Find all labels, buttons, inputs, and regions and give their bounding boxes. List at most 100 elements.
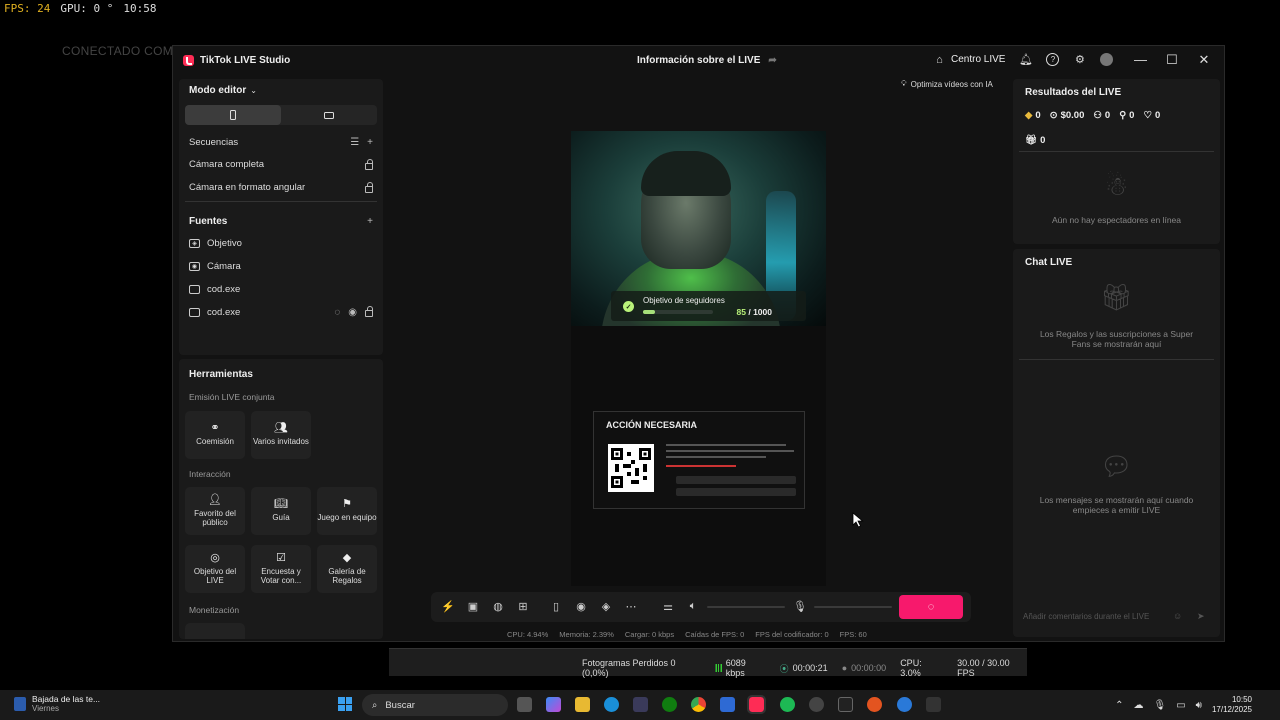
field-box	[676, 488, 796, 496]
editor-mode-dropdown[interactable]: Modo editor ⌄	[189, 85, 373, 96]
microphone-icon[interactable]: 🎙︎	[1153, 700, 1166, 711]
viewers-empty-text: Aún no hay espectadores en línea	[1051, 215, 1181, 225]
send-icon[interactable]: ➤	[1197, 611, 1205, 622]
coemision-button[interactable]: ⚭ Coemisión	[185, 411, 245, 459]
gear-icon[interactable]: ⚙	[1073, 53, 1086, 66]
team-game-button[interactable]: ⚑ Juego en equipo	[317, 487, 377, 535]
network-icon[interactable]: ▭	[1176, 700, 1185, 711]
clock[interactable]: 10:50 17/12/2025	[1212, 695, 1252, 715]
effects-icon[interactable]: ▣	[466, 600, 480, 613]
task-view-icon[interactable]	[517, 697, 532, 712]
live-goal-button[interactable]: ◎ Objetivo del LIVE	[185, 545, 245, 593]
speaker-icon[interactable]: 🔈︎	[686, 600, 700, 613]
magic-wand-icon[interactable]: ⚡	[441, 600, 455, 613]
emoji-icon[interactable]: ☺	[1173, 611, 1182, 621]
add-source-icon[interactable]: +	[367, 216, 373, 227]
chevron-up-icon[interactable]: ⌃	[1115, 700, 1123, 711]
app-icon[interactable]	[867, 697, 882, 712]
camera-feed: ✓ Objetivo de seguidores 85 / 1000	[571, 131, 826, 326]
ai-icon[interactable]: ◍	[491, 600, 505, 613]
source-item[interactable]: ◉ Cámara	[189, 261, 373, 272]
layout-icon[interactable]: ⊞	[516, 600, 530, 613]
landscape-tab[interactable]	[281, 105, 377, 125]
goal-count: 85 / 1000	[737, 307, 772, 317]
favorite-button[interactable]: 👤︎ Favorito del público	[185, 487, 245, 535]
help-icon[interactable]: ?	[1046, 53, 1060, 66]
gifts-stat: 🎁︎ 0	[1025, 135, 1045, 146]
sequence-item[interactable]: Cámara en formato angular	[189, 181, 373, 193]
lock-icon[interactable]	[365, 181, 373, 193]
shield-icon: ◈	[189, 239, 200, 248]
users-icon: 👥︎	[274, 422, 288, 434]
target-icon[interactable]: ◌	[334, 307, 340, 318]
list-icon[interactable]: ☰	[350, 137, 359, 148]
cloud-icon[interactable]: ☁	[1133, 700, 1143, 711]
chat-input[interactable]: Añadir comentarios durante el LIVE	[1023, 612, 1149, 621]
multi-guest-button[interactable]: 👥︎ Varios invitados	[251, 411, 311, 459]
volume-slider[interactable]	[707, 606, 785, 608]
obs-cpu: CPU: 3.0%	[900, 658, 922, 678]
eye-icon[interactable]: ◉	[348, 307, 357, 318]
taskbar-search[interactable]: ⌕ Buscar	[362, 694, 508, 716]
link-icon: ⚭	[210, 422, 220, 434]
cod-icon[interactable]	[926, 697, 941, 712]
portrait-tab[interactable]	[185, 105, 281, 125]
mixer-icon[interactable]: ⚌	[661, 600, 675, 613]
store-icon[interactable]	[633, 697, 648, 712]
monetization-tool[interactable]	[185, 623, 245, 639]
volume-icon[interactable]: 🔊︎	[1196, 700, 1202, 711]
divider	[1019, 359, 1214, 360]
edge-icon[interactable]	[604, 697, 619, 712]
follow-icon: ⚲	[1119, 110, 1127, 121]
gift-gallery-button[interactable]: ◆ Galería de Regalos	[317, 545, 377, 593]
microphone-icon[interactable]: 🎙︎	[793, 600, 807, 613]
centro-live-label: Centro LIVE	[951, 54, 1006, 65]
filter-icon[interactable]: ◈	[599, 600, 613, 613]
close-icon[interactable]: ✕	[1198, 52, 1210, 68]
maximize-icon[interactable]: ☐	[1166, 52, 1178, 68]
lock-icon[interactable]	[365, 158, 373, 170]
file-explorer-icon[interactable]	[575, 697, 590, 712]
messages-empty-text: Los mensajes se mostrarán aquí cuando em…	[1039, 495, 1194, 515]
xbox-icon[interactable]	[662, 697, 677, 712]
copilot-icon[interactable]	[546, 697, 561, 712]
obs-icon[interactable]	[720, 697, 735, 712]
record-icon[interactable]: ◉	[574, 600, 588, 613]
centro-live-button[interactable]: ⌂ Centro LIVE	[933, 53, 1005, 66]
bell-icon[interactable]: 🔔︎	[1019, 53, 1033, 66]
obs-status-bar: Fotogramas Perdidos 0 (0,0%) 6089 kbps ⦿…	[389, 648, 1027, 678]
source-item[interactable]: cod.exe	[189, 284, 373, 295]
stat-fps-drops: Caídas de FPS: 0	[685, 630, 745, 639]
spotify-icon[interactable]	[780, 697, 795, 712]
scenes-panel: Modo editor ⌄ Secuencias ☰ + Cámara compl…	[179, 79, 383, 355]
more-icon[interactable]: ⋯	[624, 600, 638, 613]
app-icon[interactable]	[897, 697, 912, 712]
sequence-item[interactable]: Cámara completa	[189, 158, 373, 170]
tiktok-live-icon[interactable]	[747, 695, 766, 714]
windows-start-icon[interactable]	[338, 697, 352, 711]
performance-stats: CPU: 4.94% Memoria: 2.39% Cargar: 0 kbps…	[507, 630, 867, 639]
phone-view-icon[interactable]: ▯	[549, 600, 563, 613]
app-icon[interactable]	[809, 697, 824, 712]
source-item[interactable]: ◈ Objetivo	[189, 238, 373, 249]
share-icon[interactable]: ➦	[768, 55, 776, 66]
likes-value: 0	[1154, 110, 1161, 121]
go-live-button[interactable]: ◌	[899, 595, 963, 619]
stat-fps: FPS: 60	[839, 630, 867, 639]
live-preview[interactable]: ✓ Objetivo de seguidores 85 / 1000 ACCIÓ…	[571, 131, 826, 586]
poll-button[interactable]: ☑ Encuesta y Votar con...	[251, 545, 311, 593]
chrome-icon[interactable]	[691, 697, 706, 712]
epic-games-icon[interactable]	[838, 697, 853, 712]
phone-icon	[230, 110, 236, 120]
minimize-icon[interactable]: —	[1134, 52, 1147, 68]
add-sequence-icon[interactable]: +	[367, 137, 373, 148]
notification-widget[interactable]: Bajada de las te... Viernes	[14, 694, 100, 713]
guide-button[interactable]: 📖︎ Guía	[251, 487, 311, 535]
optimize-ai-button[interactable]: 💡︎ Optimiza vídeos con IA	[901, 79, 993, 89]
window-icon	[189, 285, 200, 294]
avatar[interactable]	[1100, 53, 1114, 66]
lock-icon[interactable]	[365, 306, 373, 317]
live-info[interactable]: Información sobre el LIVE ➦	[637, 55, 777, 66]
source-item[interactable]: cod.exe ◌ ◉	[189, 306, 373, 318]
mic-slider[interactable]	[814, 606, 892, 608]
